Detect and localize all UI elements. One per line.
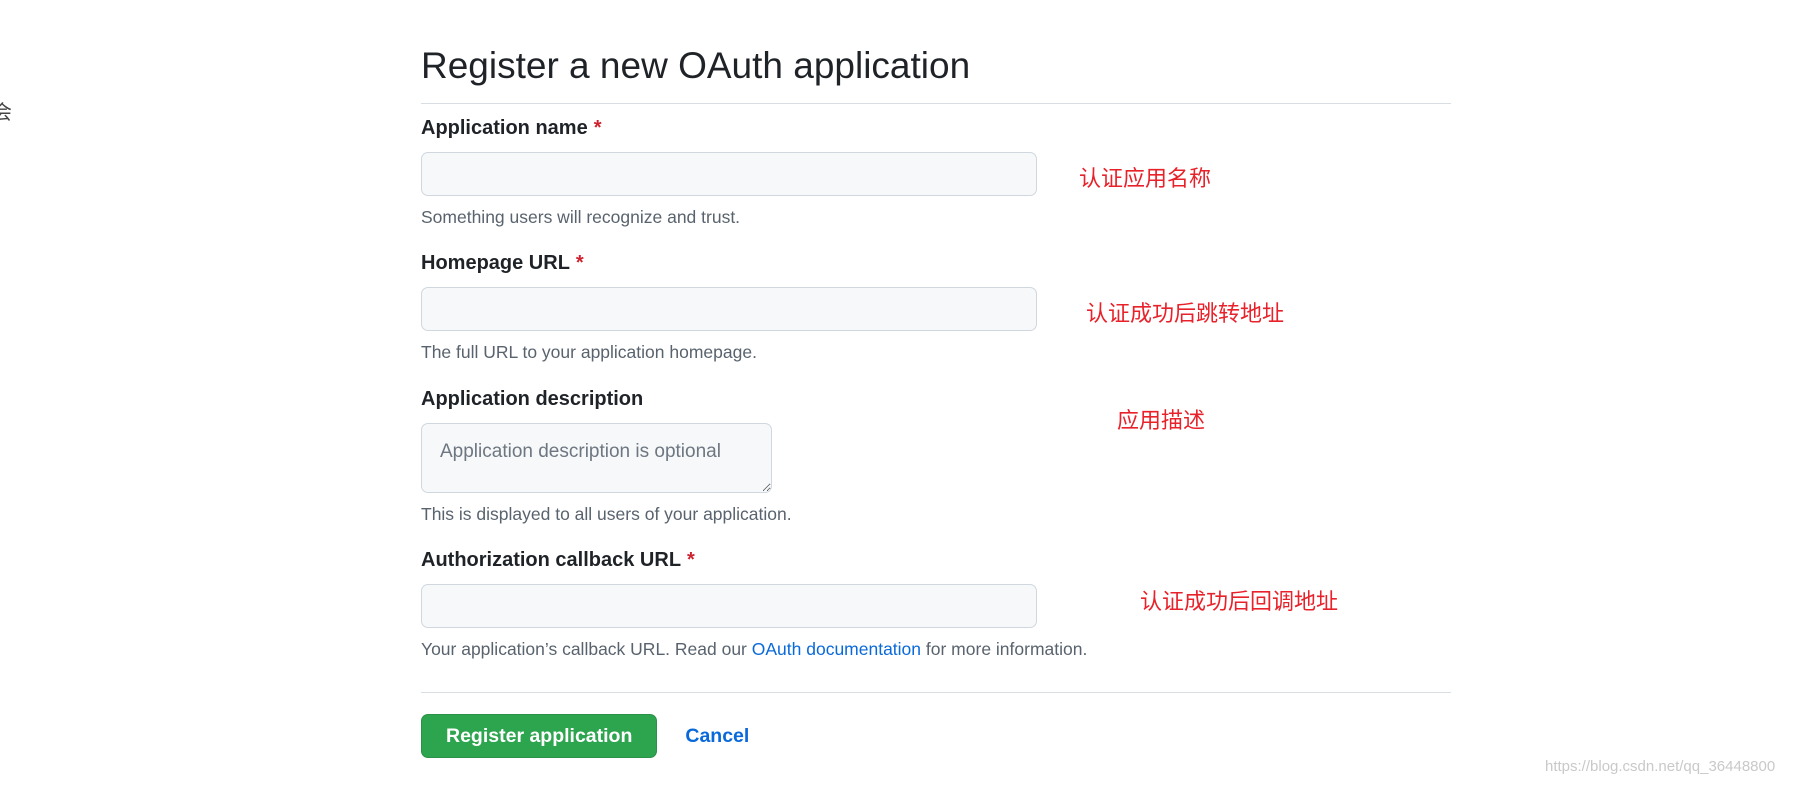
callback-hint-before: Your application’s callback URL. Read ou… xyxy=(421,639,752,659)
application-name-label-text: Application name xyxy=(421,117,588,139)
page: 会 Register a new OAuth application Appli… xyxy=(0,0,1795,787)
oauth-documentation-link[interactable]: OAuth documentation xyxy=(752,639,921,659)
field-callback-url: Authorization callback URL * Your applica… xyxy=(421,548,1087,660)
homepage-url-input[interactable] xyxy=(421,287,1037,331)
annotation-application-description: 应用描述 xyxy=(1117,409,1206,434)
annotation-application-name: 认证应用名称 xyxy=(1079,167,1212,192)
application-description-textarea[interactable] xyxy=(421,423,772,493)
application-name-hint: Something users will recognize and trust… xyxy=(421,207,741,227)
annotation-callback-url: 认证成功后回调地址 xyxy=(1140,590,1339,615)
page-title: Register a new OAuth application xyxy=(421,45,971,86)
title-divider xyxy=(421,103,1451,104)
application-name-input[interactable] xyxy=(421,152,1037,196)
application-description-hint: This is displayed to all users of your a… xyxy=(421,504,792,524)
field-application-description: Application description This is displaye… xyxy=(421,387,792,525)
callback-url-label-text: Authorization callback URL xyxy=(421,549,682,571)
field-homepage-url: Homepage URL * The full URL to your appli… xyxy=(421,251,1037,363)
annotation-homepage-url: 认证成功后跳转地址 xyxy=(1086,302,1285,327)
register-application-button[interactable]: Register application xyxy=(421,714,658,758)
required-mark: * xyxy=(687,549,695,571)
edge-glyph: 会 xyxy=(0,100,12,124)
homepage-url-hint: The full URL to your application homepag… xyxy=(421,342,757,362)
required-mark: * xyxy=(593,117,602,139)
callback-hint-after: for more information. xyxy=(921,639,1088,659)
application-description-label: Application description xyxy=(421,388,644,410)
actions-divider xyxy=(421,692,1451,693)
required-mark: * xyxy=(575,252,584,274)
cancel-link[interactable]: Cancel xyxy=(685,725,749,748)
callback-url-label: Authorization callback URL * xyxy=(421,548,1087,572)
homepage-url-label: Homepage URL * xyxy=(421,251,1037,275)
callback-url-hint: Your application’s callback URL. Read ou… xyxy=(421,638,1087,660)
homepage-url-label-text: Homepage URL xyxy=(421,252,570,274)
callback-url-input[interactable] xyxy=(421,584,1037,628)
watermark: https://blog.csdn.net/qq_36448800 xyxy=(1545,758,1776,775)
field-application-name: Application name * Something users will r… xyxy=(421,116,1037,228)
form-actions: Register application Cancel xyxy=(421,714,749,758)
application-name-label: Application name * xyxy=(421,116,1037,140)
register-oauth-form: Register a new OAuth application Applica… xyxy=(421,40,1451,758)
